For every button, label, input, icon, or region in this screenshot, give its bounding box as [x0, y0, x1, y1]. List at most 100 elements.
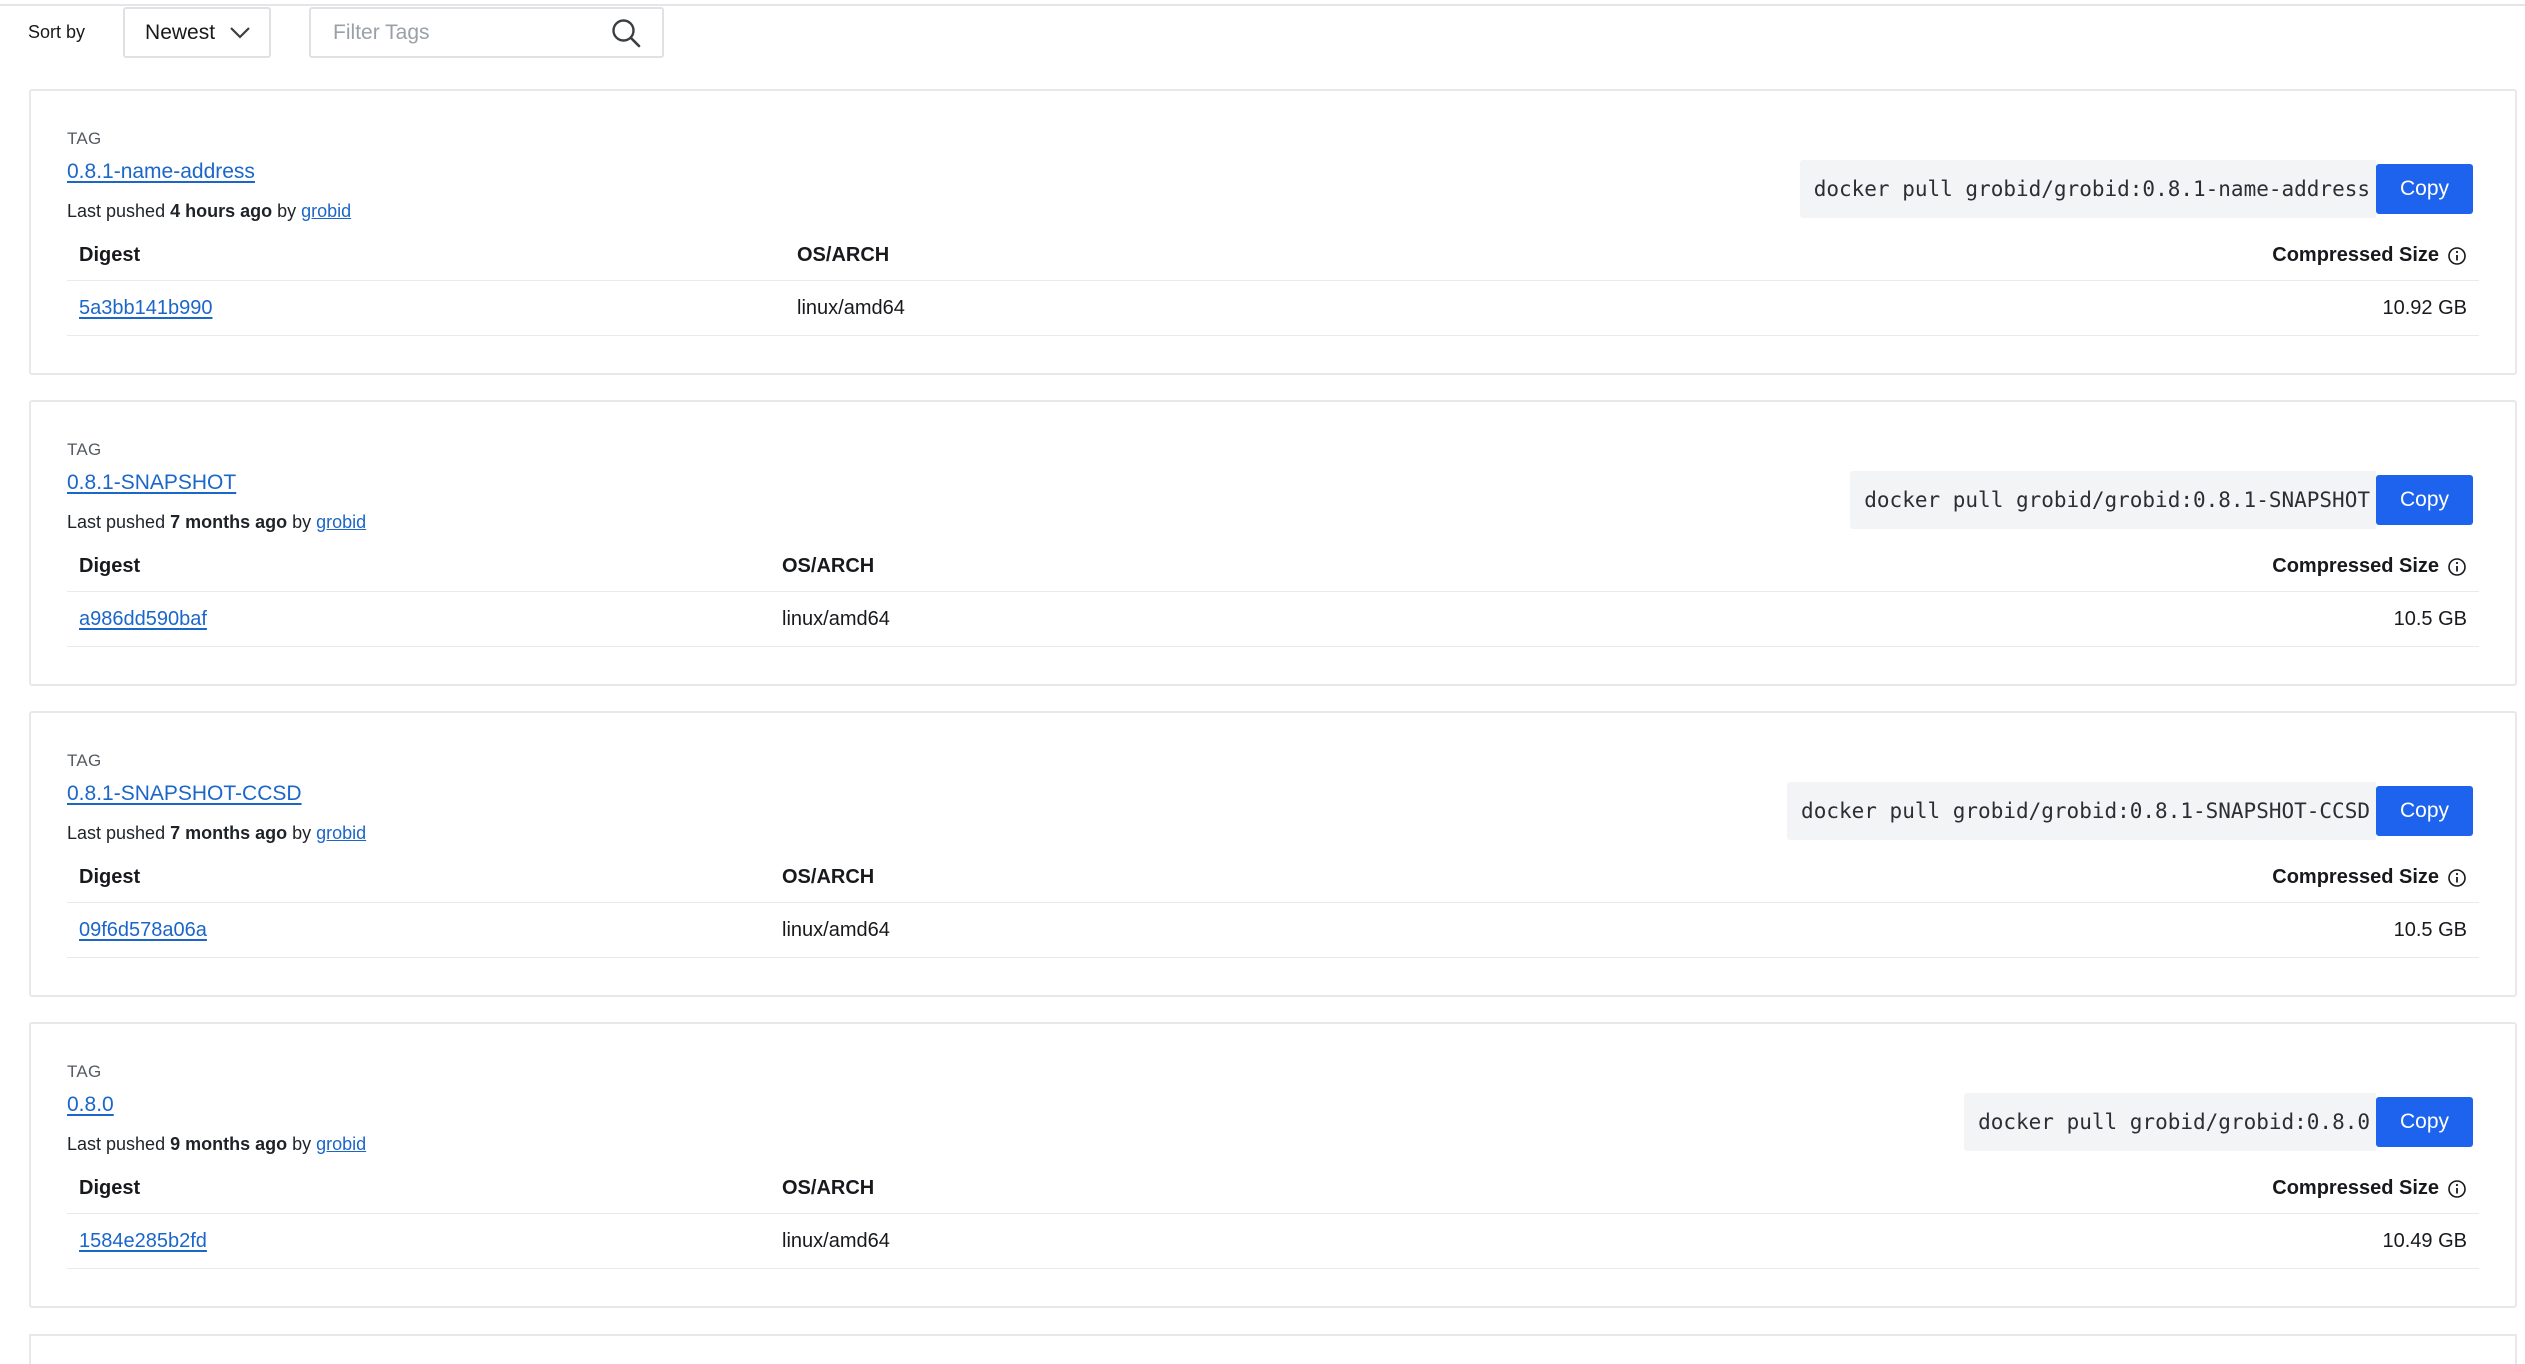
pushed-by: by — [287, 512, 317, 532]
tag-label: TAG — [67, 751, 102, 770]
info-icon[interactable] — [2447, 246, 2467, 266]
table-divider — [67, 1268, 2479, 1269]
sort-select[interactable]: Newest — [123, 7, 272, 58]
compressed-size-value: 10.49 GB — [2382, 1230, 2467, 1252]
last-pushed-info: Last pushed 7 months ago by grobid — [67, 823, 366, 844]
tag-name-link[interactable]: 0.8.1-name-address — [67, 160, 255, 184]
pushed-user-link[interactable]: grobid — [316, 823, 366, 843]
pull-command: docker pull grobid/grobid:0.8.1-SNAPSHOT… — [1787, 782, 2376, 840]
tag-label: TAG — [67, 1062, 102, 1081]
table-row: 5a3bb141b990 linux/amd64 10.92 GB — [67, 285, 2479, 333]
sort-value: Newest — [145, 20, 216, 44]
filter-tags-input[interactable] — [331, 19, 596, 46]
pushed-prefix: Last pushed — [67, 512, 171, 532]
compressed-size-label: Compressed Size — [2272, 1177, 2439, 1199]
pull-command: docker pull grobid/grobid:0.8.1-name-add… — [1799, 160, 2376, 218]
copy-button[interactable]: Copy — [2376, 786, 2473, 836]
info-icon[interactable] — [2447, 557, 2467, 577]
filter-tags-field[interactable] — [309, 7, 665, 58]
pushed-time: 7 months ago — [170, 823, 288, 843]
pushed-time: 7 months ago — [170, 512, 288, 532]
os-arch-header: OS/ARCH — [797, 244, 890, 266]
pushed-prefix: Last pushed — [67, 201, 171, 221]
table-divider — [67, 902, 2479, 903]
pull-command-box: docker pull grobid/grobid:0.8.1-SNAPSHOT… — [1787, 782, 2473, 840]
pull-command: docker pull grobid/grobid:0.8.0 — [1964, 1093, 2376, 1151]
pushed-user-link[interactable]: grobid — [316, 1134, 366, 1154]
pushed-user-link[interactable]: grobid — [316, 512, 366, 532]
digest-link[interactable]: 09f6d578a06a — [79, 919, 207, 942]
copy-button[interactable]: Copy — [2376, 164, 2473, 214]
table-divider — [67, 335, 2479, 336]
compressed-size-label: Compressed Size — [2272, 244, 2439, 266]
tag-card: TAG 0.8.1-name-address Last pushed 4 hours… — [29, 89, 2517, 375]
tag-card: TAG 0.8.1-SNAPSHOT-CCSD Last pushed 7 mont… — [29, 711, 2517, 997]
digest-link[interactable]: a986dd590baf — [79, 608, 207, 631]
pull-command-box: docker pull grobid/grobid:0.8.1-name-add… — [1799, 160, 2473, 218]
pushed-prefix: Last pushed — [67, 823, 171, 843]
pushed-user-link[interactable]: grobid — [301, 201, 351, 221]
last-pushed-info: Last pushed 4 hours ago by grobid — [67, 201, 351, 222]
table-row: a986dd590baf linux/amd64 10.5 GB — [67, 596, 2479, 644]
compressed-size-value: 10.92 GB — [2382, 297, 2467, 319]
compressed-size-header: Compressed Size — [2272, 555, 2467, 578]
pushed-prefix: Last pushed — [67, 1134, 171, 1154]
compressed-size-label: Compressed Size — [2272, 555, 2439, 577]
tag-card: TAG 0.8.1-SNAPSHOT Last pushed 7 months ag… — [29, 400, 2517, 686]
chevron-down-icon — [230, 26, 250, 39]
table-divider — [67, 280, 2479, 281]
tag-label: TAG — [67, 440, 102, 459]
os-arch-header: OS/ARCH — [782, 1177, 875, 1199]
digest-header: Digest — [79, 555, 141, 577]
table-header: Digest OS/ARCH Compressed Size — [67, 858, 2479, 902]
table-header: Digest OS/ARCH Compressed Size — [67, 547, 2479, 591]
info-icon[interactable] — [2447, 868, 2467, 888]
pushed-time: 9 months ago — [170, 1134, 288, 1154]
digest-link[interactable]: 1584e285b2fd — [79, 1230, 207, 1253]
tag-toolbar: Sort by Newest — [28, 6, 665, 59]
tag-name-link[interactable]: 0.8.1-SNAPSHOT — [67, 471, 236, 495]
pushed-by: by — [287, 1134, 317, 1154]
copy-button[interactable]: Copy — [2376, 475, 2473, 525]
pull-command-box: docker pull grobid/grobid:0.8.0 Copy — [1964, 1093, 2473, 1151]
tag-name-link[interactable]: 0.8.1-SNAPSHOT-CCSD — [67, 782, 302, 806]
last-pushed-info: Last pushed 9 months ago by grobid — [67, 1134, 366, 1155]
compressed-size-label: Compressed Size — [2272, 866, 2439, 888]
pull-command: docker pull grobid/grobid:0.8.1-SNAPSHOT — [1850, 471, 2376, 529]
os-arch-header: OS/ARCH — [782, 555, 875, 577]
os-arch-value: linux/amd64 — [782, 919, 890, 941]
compressed-size-header: Compressed Size — [2272, 244, 2467, 267]
compressed-size-value: 10.5 GB — [2393, 608, 2467, 630]
os-arch-value: linux/amd64 — [797, 297, 905, 319]
pushed-by: by — [272, 201, 302, 221]
table-header: Digest OS/ARCH Compressed Size — [67, 1169, 2479, 1213]
table-divider — [67, 1213, 2479, 1214]
digest-link[interactable]: 5a3bb141b990 — [79, 297, 212, 320]
compressed-size-value: 10.5 GB — [2393, 919, 2467, 941]
next-tag-card-partial — [29, 1334, 2517, 1364]
os-arch-header: OS/ARCH — [782, 866, 875, 888]
info-icon[interactable] — [2447, 1179, 2467, 1199]
tag-label: TAG — [67, 129, 102, 148]
copy-button[interactable]: Copy — [2376, 1097, 2473, 1147]
table-row: 09f6d578a06a linux/amd64 10.5 GB — [67, 907, 2479, 955]
table-divider — [67, 591, 2479, 592]
sort-label: Sort by — [28, 22, 86, 42]
pushed-time: 4 hours ago — [170, 201, 273, 221]
compressed-size-header: Compressed Size — [2272, 1177, 2467, 1200]
os-arch-value: linux/amd64 — [782, 608, 890, 630]
pushed-by: by — [287, 823, 317, 843]
os-arch-value: linux/amd64 — [782, 1230, 890, 1252]
table-header: Digest OS/ARCH Compressed Size — [67, 236, 2479, 280]
tag-card: TAG 0.8.0 Last pushed 9 months ago by grob… — [29, 1022, 2517, 1308]
last-pushed-info: Last pushed 7 months ago by grobid — [67, 512, 366, 533]
table-row: 1584e285b2fd linux/amd64 10.49 GB — [67, 1218, 2479, 1266]
pull-command-box: docker pull grobid/grobid:0.8.1-SNAPSHOT… — [1850, 471, 2473, 529]
search-icon[interactable] — [610, 17, 642, 49]
digest-header: Digest — [79, 1177, 141, 1199]
table-divider — [67, 957, 2479, 958]
tag-name-link[interactable]: 0.8.0 — [67, 1093, 114, 1117]
digest-header: Digest — [79, 244, 141, 266]
digest-header: Digest — [79, 866, 141, 888]
table-divider — [67, 646, 2479, 647]
